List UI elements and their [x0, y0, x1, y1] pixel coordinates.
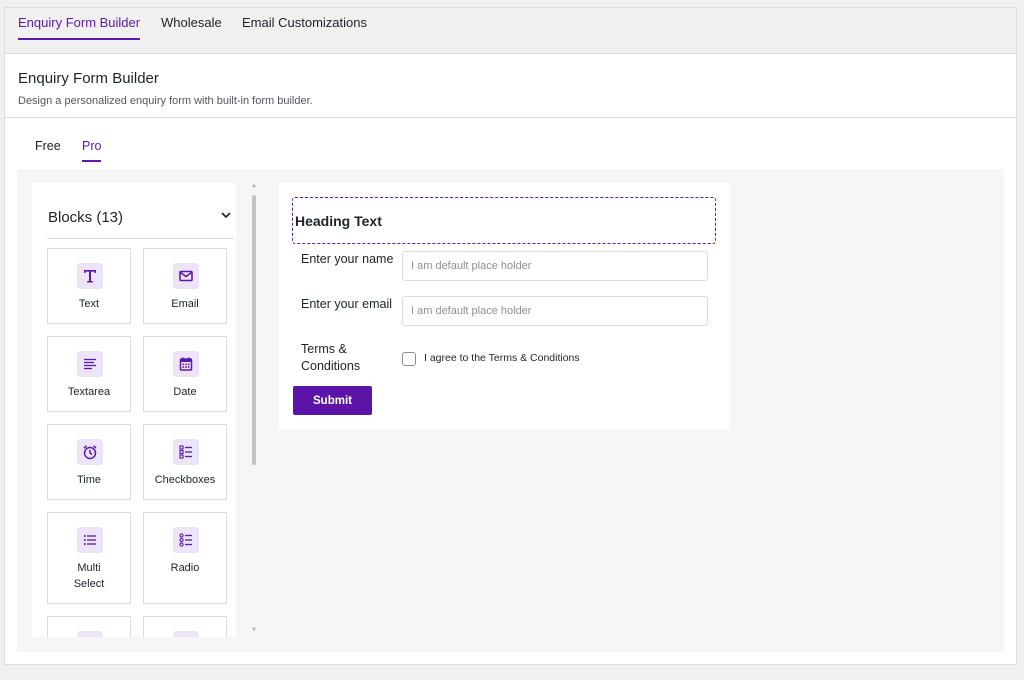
- block-label: Multi Select: [73, 562, 105, 590]
- divider: [47, 238, 234, 239]
- heading-block[interactable]: Heading Text: [292, 197, 716, 244]
- email-input[interactable]: [402, 296, 708, 326]
- submit-button[interactable]: Submit: [293, 386, 372, 415]
- name-input[interactable]: [402, 251, 708, 281]
- block-text[interactable]: Text: [47, 248, 131, 324]
- clock-icon: [77, 439, 103, 465]
- email-label: Enter your email: [301, 297, 393, 311]
- blocks-scrollbar[interactable]: ▲ ▼: [250, 183, 258, 637]
- name-label: Enter your name: [301, 252, 394, 266]
- email-icon: [173, 263, 199, 289]
- form-preview: Heading Text Enter your name Enter your …: [279, 183, 730, 430]
- block-label: Time: [76, 474, 102, 486]
- block-image[interactable]: [47, 616, 131, 637]
- block-textarea[interactable]: Textarea: [47, 336, 131, 412]
- block-multi-select[interactable]: Multi Select: [47, 512, 131, 604]
- settings-panel: Enquiry Form Builder Wholesale Email Cus…: [4, 7, 1017, 665]
- block-radio[interactable]: Radio: [143, 512, 227, 604]
- calendar-icon: [173, 351, 199, 377]
- scrollbar-thumb[interactable]: [252, 195, 256, 465]
- radio-list-icon: [173, 527, 199, 553]
- terms-checkbox-label[interactable]: I agree to the Terms & Conditions: [424, 352, 580, 364]
- scroll-down-icon[interactable]: ▼: [250, 627, 258, 633]
- checkbox-list-icon: [173, 439, 199, 465]
- textarea-icon: [77, 351, 103, 377]
- top-tab-bar: Enquiry Form Builder Wholesale Email Cus…: [5, 8, 1016, 54]
- block-time[interactable]: Time: [47, 424, 131, 500]
- block-label: Checkboxes: [154, 474, 216, 486]
- text-icon: [77, 263, 103, 289]
- block-checkboxes[interactable]: Checkboxes: [143, 424, 227, 500]
- tab-enquiry-form-builder[interactable]: Enquiry Form Builder: [18, 15, 141, 40]
- terms-label: Terms & Conditions: [301, 342, 361, 373]
- tab-wholesale[interactable]: Wholesale: [161, 15, 222, 38]
- tab-email-customizations[interactable]: Email Customizations: [242, 15, 367, 38]
- tab-free[interactable]: Free: [35, 139, 61, 160]
- multi-select-icon: [77, 527, 103, 553]
- divider: [5, 117, 1016, 118]
- block-label: Text: [78, 298, 100, 310]
- block-email[interactable]: Email: [143, 248, 227, 324]
- block-date[interactable]: Date: [143, 336, 227, 412]
- builder-workspace: Blocks (13) Text Email Textarea Date Tim…: [17, 169, 1004, 652]
- terms-checkbox[interactable]: [402, 352, 416, 366]
- blocks-header: Blocks (13): [48, 209, 124, 226]
- image-icon: [77, 631, 103, 637]
- block-label: Email: [171, 298, 199, 310]
- file-icon: [173, 631, 199, 637]
- block-file[interactable]: [143, 616, 227, 637]
- block-label: Radio: [170, 562, 200, 574]
- chevron-down-icon[interactable]: [218, 207, 234, 223]
- form-heading: Heading Text: [295, 213, 382, 229]
- block-label: Textarea: [67, 386, 111, 398]
- blocks-panel: Blocks (13) Text Email Textarea Date Tim…: [32, 183, 236, 637]
- page-title: Enquiry Form Builder: [18, 70, 159, 87]
- page-description: Design a personalized enquiry form with …: [18, 95, 313, 107]
- tab-pro[interactable]: Pro: [82, 139, 102, 162]
- block-label: Date: [173, 386, 197, 398]
- scroll-up-icon[interactable]: ▲: [250, 183, 258, 189]
